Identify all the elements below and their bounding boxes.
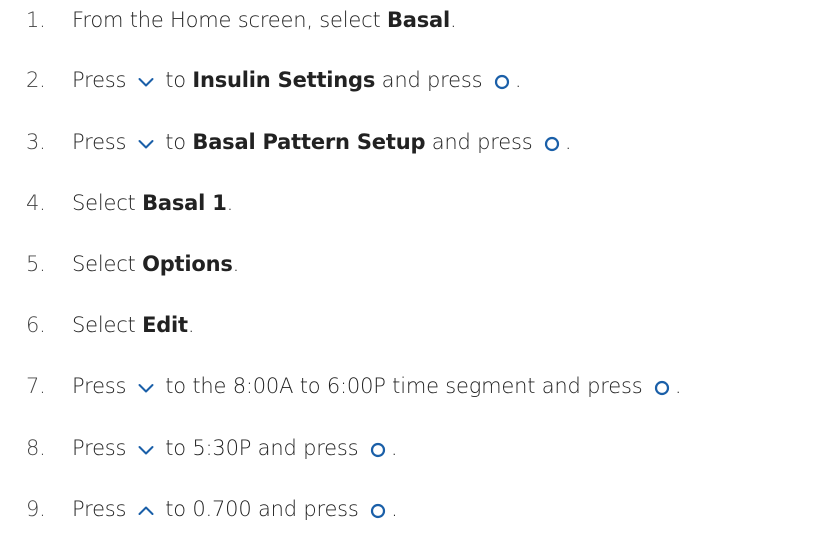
step-text-segment: Press [72, 130, 133, 154]
step-number: 6. [26, 313, 46, 337]
step-text-segment: From the Home screen, select [72, 8, 387, 32]
select-button-icon [493, 72, 511, 90]
menu-item-name: Insulin Settings [192, 68, 376, 92]
step-text: Select Edit. [72, 313, 195, 337]
down-arrow-icon [137, 378, 155, 396]
step-text-segment: . [390, 436, 398, 460]
step-text: Press to the 8:00A to 6:00P time segment… [72, 374, 682, 398]
step-item: 9. Press to 0.700 and press . [0, 489, 398, 529]
step-text-segment: Select [72, 252, 143, 276]
step-number: 8. [26, 436, 46, 460]
step-text: Press to 5:30P and press . [72, 436, 398, 460]
step-text: Press to Insulin Settings and press . [72, 68, 522, 92]
step-number: 9. [26, 497, 46, 521]
select-button-icon [369, 501, 387, 519]
step-number: 3. [26, 130, 46, 154]
step-text-segment: to 0.700 and press [158, 497, 366, 521]
down-arrow-icon [137, 72, 155, 90]
step-item: 6. Select Edit. [0, 305, 195, 345]
menu-item-name: Basal 1 [142, 191, 227, 215]
step-text-segment: . [391, 497, 398, 521]
step-text-segment: Select [72, 313, 143, 337]
step-text: Press to 0.700 and press . [72, 497, 398, 521]
down-arrow-icon [137, 440, 155, 458]
step-item: 4. Select Basal 1. [0, 183, 233, 223]
step-text-segment: . [226, 191, 234, 215]
step-text-segment: to [158, 68, 193, 92]
step-text-segment: . [187, 313, 195, 337]
step-text-segment: to [158, 130, 193, 154]
menu-item-name: Basal Pattern Setup [192, 130, 426, 154]
step-item: 7. Press to the 8:00A to 6:00P time segme… [0, 366, 682, 406]
step-number: 7. [26, 374, 46, 398]
step-item: 2. Press to Insulin Settings and press . [0, 60, 522, 100]
step-text-segment: . [232, 252, 240, 276]
menu-item-name: Edit [142, 313, 188, 337]
down-arrow-icon [137, 134, 155, 152]
step-text-segment: Select [72, 191, 143, 215]
step-item: 5. Select Options. [0, 244, 239, 284]
step-number: 1. [26, 8, 46, 32]
step-text-segment: and press [375, 68, 489, 92]
step-text-segment: . [674, 374, 682, 398]
step-text-segment: Press [72, 68, 133, 92]
menu-item-name: Basal [386, 8, 451, 32]
step-text: From the Home screen, select Basal. [72, 8, 457, 32]
step-text: Select Options. [72, 252, 239, 276]
step-item: 3. Press to Basal Pattern Setup and press… [0, 122, 572, 162]
step-text-segment: Press [72, 497, 133, 521]
step-text-segment: Press [72, 436, 133, 460]
step-number: 4. [26, 191, 46, 215]
select-button-icon [543, 134, 561, 152]
step-text-segment: . [450, 8, 457, 32]
step-text-segment: . [514, 68, 522, 92]
step-item: 8. Press to 5:30P and press . [0, 428, 398, 468]
step-text: Press to Basal Pattern Setup and press . [72, 130, 572, 154]
step-text-segment: to the 8:00A to 6:00P time segment and p… [158, 374, 649, 398]
step-text: Select Basal 1. [72, 191, 233, 215]
step-text-segment: . [564, 130, 572, 154]
select-button-icon [369, 440, 387, 458]
up-arrow-icon [137, 501, 155, 519]
step-text-segment: and press [425, 130, 539, 154]
step-number: 5. [26, 252, 46, 276]
menu-item-name: Options [142, 252, 233, 276]
step-text-segment: Press [72, 374, 133, 398]
select-button-icon [653, 378, 671, 396]
step-text-segment: to 5:30P and press [158, 436, 365, 460]
step-item: 1. From the Home screen, select Basal. [0, 0, 457, 40]
step-number: 2. [26, 68, 46, 92]
